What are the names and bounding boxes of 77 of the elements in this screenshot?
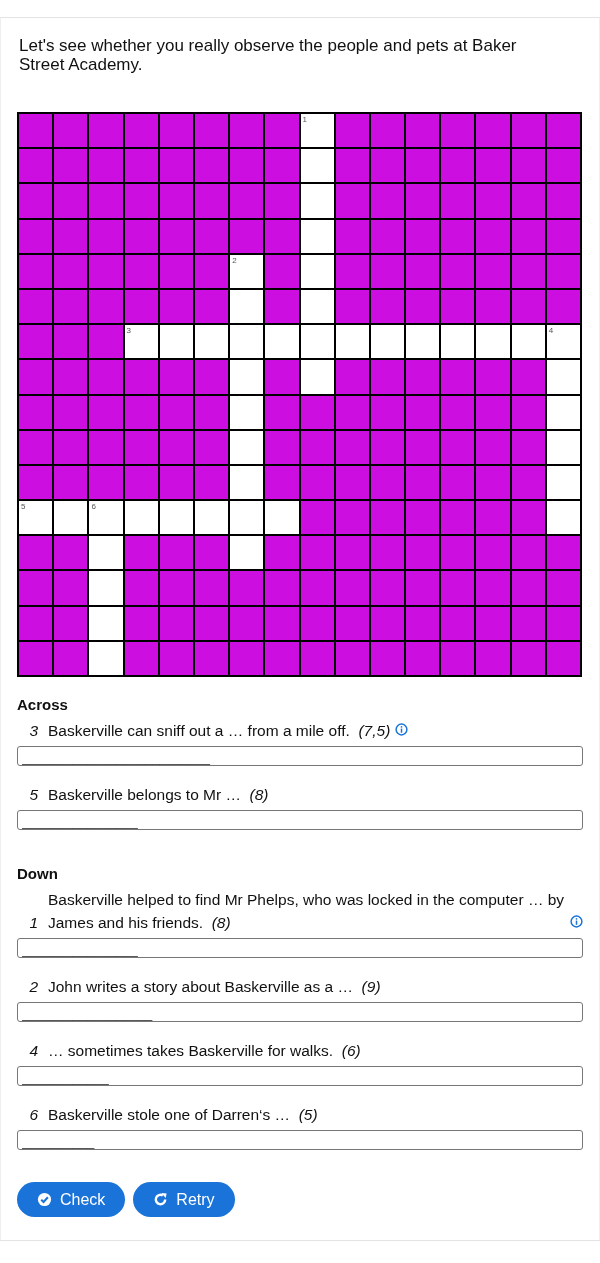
letter-cell[interactable]	[230, 325, 264, 359]
check-button[interactable]: Check	[17, 1182, 126, 1217]
clue-number: 5	[28, 785, 38, 805]
clue-number: 3	[28, 721, 38, 741]
letter-cell[interactable]	[54, 501, 88, 535]
answer-field[interactable]: __________	[17, 1130, 583, 1150]
section-heading: Across	[17, 695, 69, 715]
letter-cell[interactable]	[546, 501, 580, 535]
clue-number: 5	[21, 502, 26, 512]
clue-number: 1	[302, 115, 307, 124]
letter-cell[interactable]	[159, 325, 193, 359]
letter-cell[interactable]: 5	[19, 501, 53, 535]
letter-cell[interactable]	[406, 325, 440, 359]
letter-cell[interactable]	[300, 360, 334, 394]
letter-cell[interactable]	[230, 465, 264, 500]
clue-text: … sometimes takes Baskerville for walks. (6)	[48, 1041, 361, 1061]
letter-cell[interactable]	[546, 360, 580, 394]
letter-cell[interactable]: 4	[546, 325, 580, 359]
letter-cell[interactable]	[89, 606, 123, 640]
answer-field[interactable]: ________________	[17, 938, 583, 958]
clue-number: 1	[28, 913, 38, 933]
clue-number: 2	[232, 255, 237, 265]
clue-text: John writes a story about Baskerville as a … (9)	[48, 977, 381, 997]
letter-cell[interactable]	[230, 360, 264, 394]
clue-number: 6	[91, 502, 96, 512]
letter-cell[interactable]: 3	[124, 325, 158, 359]
letter-cell[interactable]	[300, 254, 334, 288]
answer-field[interactable]: __________________	[17, 1002, 583, 1022]
letter-cell[interactable]	[546, 395, 580, 429]
letter-cell[interactable]	[124, 501, 158, 535]
letter-cell[interactable]	[335, 325, 369, 359]
clue-number: 3	[126, 326, 131, 336]
letter-cell[interactable]	[300, 184, 334, 218]
letter-cell[interactable]	[370, 325, 405, 359]
letter-cell[interactable]	[194, 325, 229, 359]
answer-field[interactable]: ________________	[17, 810, 583, 830]
letter-cell[interactable]: 6	[89, 501, 123, 535]
intro-text: Let's see whether you really observe the people and pets at Baker Street Academy.	[19, 36, 518, 74]
letter-cell[interactable]	[89, 536, 123, 570]
letter-cell[interactable]	[265, 501, 299, 535]
retry-button[interactable]: Retry	[133, 1182, 235, 1217]
letter-cell[interactable]	[476, 325, 510, 359]
section-heading: Down	[17, 864, 59, 884]
answer-field[interactable]: ____________	[17, 1066, 583, 1086]
letter-cell[interactable]	[300, 149, 334, 183]
letter-cell[interactable]	[230, 536, 264, 570]
letter-cell[interactable]	[265, 325, 299, 359]
letter-cell[interactable]: 1	[300, 114, 334, 148]
info-icon[interactable]	[570, 915, 583, 928]
clue-text: Baskerville can sniff out a … from a mile off. (7,5)	[48, 721, 391, 741]
letter-cell[interactable]	[159, 501, 193, 535]
checkmark-icon	[37, 1192, 52, 1207]
clue-number: 4	[548, 326, 554, 336]
info-icon[interactable]	[395, 723, 409, 736]
clue-number: 6	[28, 1105, 38, 1125]
letter-cell[interactable]	[89, 571, 123, 605]
clue-text: Baskerville helped to find Mr Phelps, who was locked in the computer … by James and his friends. (8)	[48, 890, 565, 933]
letter-cell[interactable]	[230, 289, 264, 324]
letter-cell[interactable]	[230, 395, 264, 429]
letter-cell[interactable]	[300, 289, 334, 324]
answer-field[interactable]: __________________________	[17, 746, 583, 766]
letter-cell[interactable]	[546, 465, 580, 500]
clue-text: Baskerville stole one of Darren‘s … (5)	[48, 1105, 318, 1125]
letter-cell[interactable]	[89, 641, 123, 675]
letter-cell[interactable]	[194, 501, 229, 535]
letter-cell[interactable]	[300, 325, 334, 359]
clue-text: Baskerville belongs to Mr … (8)	[48, 785, 269, 805]
clue-number: 4	[28, 1041, 38, 1061]
letter-cell[interactable]	[546, 430, 580, 464]
letter-cell[interactable]	[230, 430, 264, 464]
letter-cell[interactable]	[300, 219, 334, 253]
clue-number: 2	[28, 977, 38, 997]
letter-cell[interactable]	[441, 325, 475, 359]
letter-cell[interactable]	[230, 501, 264, 535]
letter-cell[interactable]: 2	[230, 254, 264, 288]
letter-cell[interactable]	[511, 325, 545, 359]
redo-icon	[153, 1192, 169, 1207]
